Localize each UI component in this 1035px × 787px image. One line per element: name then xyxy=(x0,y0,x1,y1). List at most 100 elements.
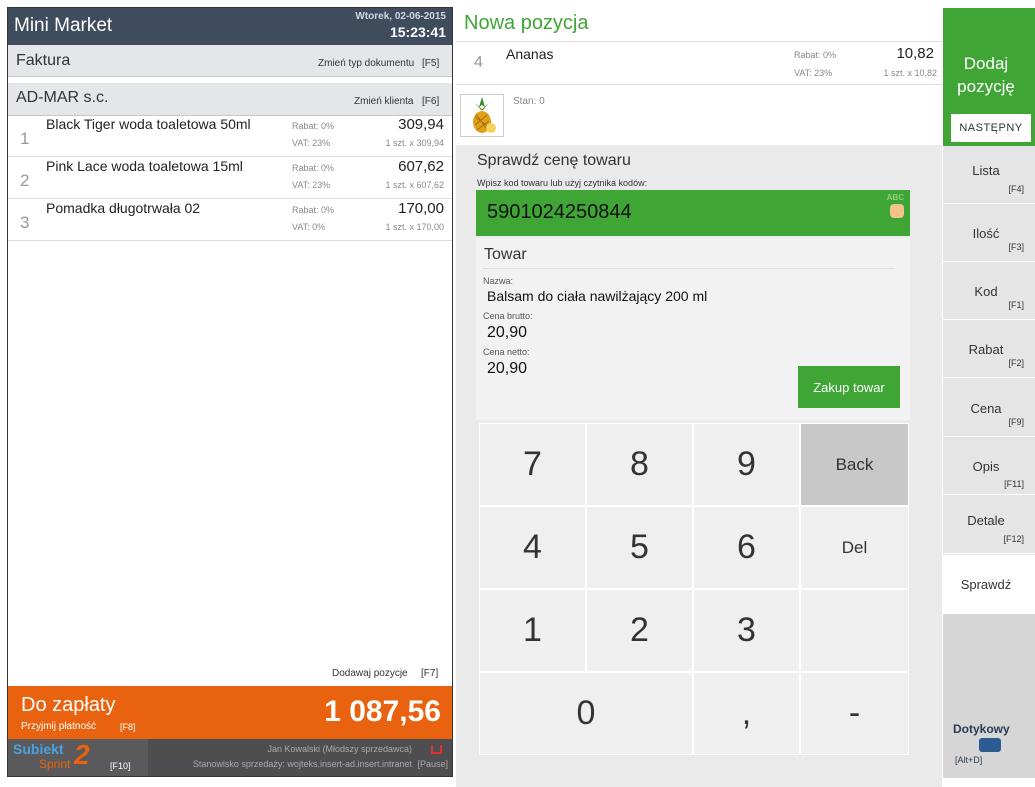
item-rabat: Rabat: 0% xyxy=(794,50,837,60)
list-key: [F4] xyxy=(1008,184,1024,194)
item-vat: VAT: 23% xyxy=(292,138,331,148)
list-button[interactable]: Lista [F4] xyxy=(943,146,1035,204)
doc-type-row[interactable]: Faktura Zmień typ dokumentu [F5] xyxy=(8,45,452,77)
change-doc-key: [F5] xyxy=(422,58,440,69)
touch-key: [Alt+D] xyxy=(955,755,983,765)
pause-icon[interactable] xyxy=(431,745,442,754)
change-client-key: [F6] xyxy=(422,96,440,107)
key-4[interactable]: 4 xyxy=(480,507,585,588)
pay-bar[interactable]: Do zapłaty Przyjmij płatność [F8] 1 087,… xyxy=(8,686,452,739)
check-button[interactable]: Sprawdź xyxy=(943,555,1035,614)
key-9[interactable]: 9 xyxy=(694,424,799,505)
description-label: Opis xyxy=(972,459,1000,474)
quantity-label: Ilość xyxy=(972,226,1000,241)
item-number: 2 xyxy=(20,171,30,190)
change-client-button[interactable]: Zmień klienta xyxy=(354,96,413,107)
product-image xyxy=(460,94,504,137)
gross-value: 20,90 xyxy=(487,324,528,341)
buy-product-button[interactable]: Zakup towar xyxy=(798,366,900,408)
name-label: Nazwa: xyxy=(483,276,514,286)
item-rabat: Rabat: 0% xyxy=(292,163,335,173)
item-price: 10,82 xyxy=(896,45,934,62)
item-qty: 1 szt. x 170,00 xyxy=(385,222,444,232)
item-number: 1 xyxy=(20,129,30,148)
key-8[interactable]: 8 xyxy=(587,424,692,505)
item-rabat: Rabat: 0% xyxy=(292,205,335,215)
key-2[interactable]: 2 xyxy=(587,590,692,671)
details-label: Detale xyxy=(967,513,1005,528)
change-doc-button[interactable]: Zmień typ dokumentu xyxy=(318,58,414,69)
details-key: [F12] xyxy=(1003,534,1024,544)
touch-keyboard-icon[interactable] xyxy=(890,204,904,218)
touch-mode-button[interactable]: Dotykowy [Alt+D] xyxy=(943,614,1035,778)
scan-hint: Wpisz kod towaru lub użyj czytnika kodów… xyxy=(477,178,648,188)
gross-label: Cena brutto: xyxy=(483,311,533,321)
item-price: 170,00 xyxy=(398,200,444,217)
description-button[interactable]: Opis [F11] xyxy=(943,437,1035,495)
list-item[interactable]: 1 Black Tiger woda toaletowa 50ml Rabat:… xyxy=(8,115,452,157)
page-title: Nowa pozycja xyxy=(464,12,589,34)
pineapple-icon xyxy=(473,97,496,133)
quantity-button[interactable]: Ilość [F3] xyxy=(943,204,1035,262)
client-row[interactable]: AD-MAR s.c. Zmień klienta [F6] xyxy=(8,83,452,116)
key-1[interactable]: 1 xyxy=(480,590,585,671)
list-label: Lista xyxy=(972,163,1000,178)
clock: 15:23:41 xyxy=(389,24,446,40)
logo-area[interactable]: Subiekt Sprint 2 [F10] xyxy=(8,739,148,776)
key-5[interactable]: 5 xyxy=(587,507,692,588)
key-6[interactable]: 6 xyxy=(694,507,799,588)
product-info-card: Towar Nazwa: Balsam do ciała nawilżający… xyxy=(476,238,910,420)
minus-key[interactable]: - xyxy=(801,673,908,754)
key-3[interactable]: 3 xyxy=(694,590,799,671)
item-number: 3 xyxy=(20,213,30,232)
receipt-panel: Mini Market Wtorek, 02-06-2015 15:23:41 … xyxy=(7,7,453,777)
stock-label: Stan: 0 xyxy=(513,96,545,107)
user-label: Jan Kowalski (Młodszy sprzedawca) xyxy=(267,744,412,754)
price-button[interactable]: Cena [F9] xyxy=(943,379,1035,437)
discount-key: [F2] xyxy=(1008,358,1024,368)
backspace-key[interactable]: Back xyxy=(801,424,908,505)
net-label: Cena netto: xyxy=(483,347,530,357)
list-item[interactable]: 3 Pomadka długotrwała 02 Rabat: 0% VAT: … xyxy=(8,199,452,241)
price-key: [F9] xyxy=(1008,417,1024,427)
item-qty: 1 szt. x 10,82 xyxy=(883,68,937,78)
pause-key: [Pause] xyxy=(417,759,448,769)
name-value: Balsam do ciała nawilżający 200 ml xyxy=(487,288,708,304)
code-button[interactable]: Kod [F1] xyxy=(943,262,1035,320)
details-button[interactable]: Detale [F12] xyxy=(943,496,1035,554)
accept-payment-button[interactable]: Przyjmij płatność xyxy=(21,721,96,732)
add-item-button[interactable]: Dodaj pozycję NASTĘPNY xyxy=(943,8,1035,146)
date-label: Wtorek, 02-06-2015 xyxy=(355,11,446,22)
item-price: 309,94 xyxy=(398,116,444,133)
key-0[interactable]: 0 xyxy=(480,673,692,754)
barcode-input[interactable]: 5901024250844 ABC xyxy=(476,190,910,236)
app-header: Mini Market Wtorek, 02-06-2015 15:23:41 xyxy=(8,8,452,45)
delete-key[interactable]: Del xyxy=(801,507,908,588)
comma-key[interactable]: , xyxy=(694,673,799,754)
discount-button[interactable]: Rabat [F2] xyxy=(943,320,1035,378)
next-item-button[interactable]: NASTĘPNY xyxy=(951,114,1031,142)
station-label: Stanowisko sprzedaży: wojteks.insert-ad.… xyxy=(192,759,412,769)
item-vat: VAT: 23% xyxy=(794,68,833,78)
item-name: Pink Lace woda toaletowa 15ml xyxy=(46,158,243,174)
logo-sub: Sprint xyxy=(39,757,71,771)
add-item-line2: pozycję xyxy=(957,77,1015,96)
numeric-keypad: 7 8 9 Back 4 5 6 Del 1 2 3 0 , - xyxy=(479,423,909,755)
add-item-line1: Dodaj xyxy=(963,54,1009,73)
accept-payment-key: [F8] xyxy=(120,722,136,732)
item-vat: VAT: 0% xyxy=(292,222,326,232)
current-item-row[interactable]: 4 Ananas Rabat: 0% VAT: 23% 10,82 1 szt.… xyxy=(456,41,942,85)
logo-main: Subiekt xyxy=(13,741,64,757)
price-label: Cena xyxy=(970,401,1002,416)
abc-label: ABC xyxy=(886,193,904,202)
discount-label: Rabat xyxy=(968,342,1004,357)
item-number: 4 xyxy=(474,54,483,71)
touch-label: Dotykowy xyxy=(953,722,1010,736)
quantity-key: [F3] xyxy=(1008,242,1024,252)
list-item[interactable]: 2 Pink Lace woda toaletowa 15ml Rabat: 0… xyxy=(8,157,452,199)
item-qty: 1 szt. x 309,94 xyxy=(385,138,444,148)
client-name: AD-MAR s.c. xyxy=(16,89,109,106)
key-7[interactable]: 7 xyxy=(480,424,585,505)
divider xyxy=(483,268,895,269)
add-items-button[interactable]: Dodawaj pozycje xyxy=(332,668,408,679)
